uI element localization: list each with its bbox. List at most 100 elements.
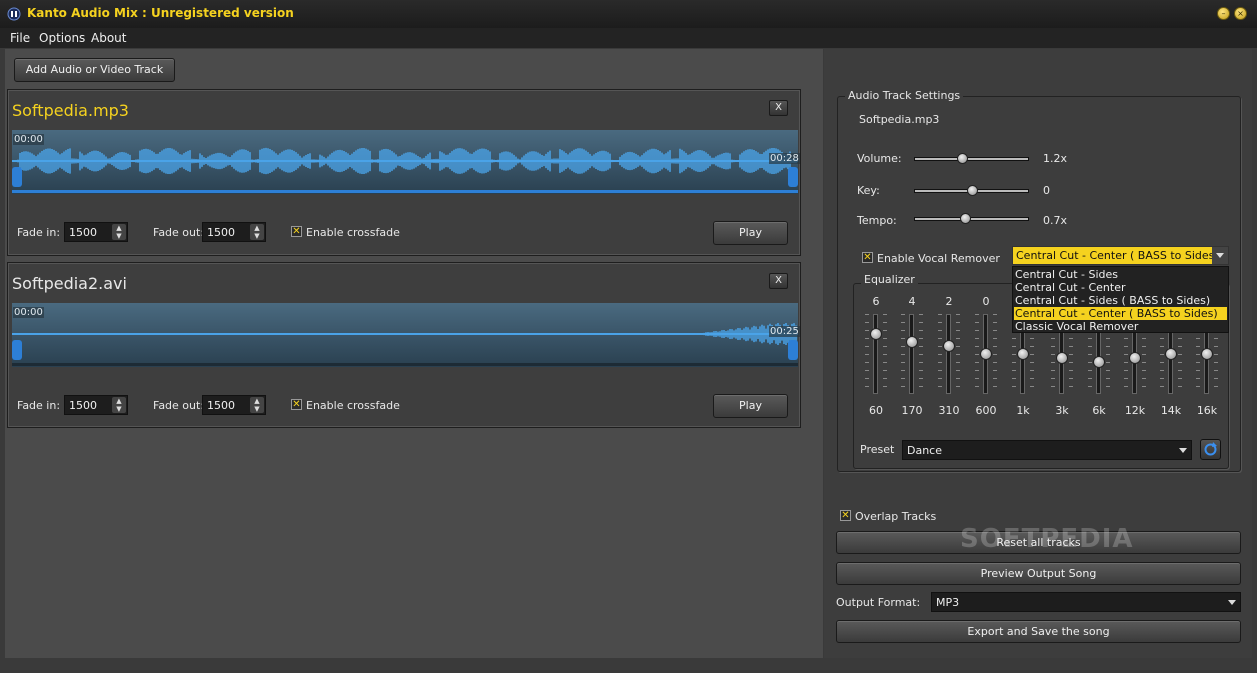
- eq-frequency-label: 16k: [1196, 404, 1218, 417]
- tempo-value: 0.7x: [1043, 214, 1068, 227]
- watermark-logo: SOFTPEDIA: [960, 524, 1134, 554]
- title-bar: Kanto Audio Mix : Unregistered version –…: [0, 0, 1257, 28]
- start-time: 00:00: [13, 134, 44, 145]
- play-button[interactable]: Play: [713, 394, 788, 418]
- eq-frequency-label: 1k: [1016, 404, 1030, 417]
- eq-slider-knob[interactable]: [1056, 352, 1068, 364]
- eq-slider-knob[interactable]: [1093, 356, 1105, 368]
- eq-slider-knob[interactable]: [1165, 348, 1177, 360]
- menu-options[interactable]: Options: [39, 31, 85, 45]
- eq-slider-knob[interactable]: [1129, 352, 1141, 364]
- fade-in-label: Fade in:: [17, 399, 61, 412]
- fade-out-value: 1500: [207, 399, 235, 412]
- volume-slider[interactable]: [914, 157, 1029, 161]
- volume-value: 1.2x: [1043, 152, 1068, 165]
- eq-slider-310[interactable]: [946, 314, 951, 394]
- eq-frequency-label: 170: [901, 404, 923, 417]
- preset-select[interactable]: Dance: [902, 440, 1192, 460]
- waveform-graphic: [12, 323, 798, 366]
- remove-track-button[interactable]: X: [769, 100, 788, 116]
- refresh-icon: [1204, 442, 1217, 456]
- track-name: Softpedia2.avi: [12, 274, 127, 293]
- menu-file[interactable]: File: [10, 31, 30, 45]
- export-button[interactable]: Export and Save the song: [836, 620, 1241, 643]
- end-handle[interactable]: [788, 340, 798, 360]
- spin-arrows-icon[interactable]: ▲ ▼: [250, 224, 264, 240]
- preset-label: Preset: [860, 443, 895, 456]
- output-format-label: Output Format:: [836, 596, 921, 609]
- fade-in-value: 1500: [69, 226, 97, 239]
- vocal-mode-dropdown: Central Cut - Sides Central Cut - Center…: [1012, 266, 1229, 333]
- eq-slider-170[interactable]: [909, 314, 914, 394]
- equalizer-title: Equalizer: [861, 273, 918, 286]
- minimize-button[interactable]: –: [1217, 7, 1230, 20]
- eq-frequency-label: 14k: [1160, 404, 1182, 417]
- key-slider-knob[interactable]: [966, 185, 978, 196]
- vocal-remover-label: Enable Vocal Remover: [877, 252, 1000, 265]
- eq-frequency-label: 12k: [1124, 404, 1146, 417]
- track-panel-1: Softpedia.mp3 X 00:00 00:28 Fade in: 150…: [7, 89, 801, 256]
- fade-out-input[interactable]: 1500 ▲ ▼: [202, 222, 266, 242]
- eq-slider-60[interactable]: [873, 314, 878, 394]
- spin-arrows-icon[interactable]: ▲ ▼: [112, 224, 126, 240]
- volume-label: Volume:: [857, 152, 902, 165]
- reset-preset-button[interactable]: [1200, 439, 1221, 460]
- start-handle[interactable]: [12, 340, 22, 360]
- fade-in-label: Fade in:: [17, 226, 61, 239]
- spin-arrows-icon[interactable]: ▲ ▼: [112, 397, 126, 413]
- eq-slider-knob[interactable]: [1017, 348, 1029, 360]
- preset-value: Dance: [907, 444, 942, 457]
- waveform[interactable]: 00:00 00:28: [12, 130, 800, 194]
- fade-in-value: 1500: [69, 399, 97, 412]
- preview-button[interactable]: Preview Output Song: [836, 562, 1241, 585]
- menu-bar: File Options About: [0, 28, 1257, 48]
- waveform[interactable]: 00:00 00:25: [12, 303, 800, 367]
- app-icon: [7, 7, 21, 21]
- window-title: Kanto Audio Mix : Unregistered version: [27, 6, 294, 20]
- chevron-down-icon: [1179, 448, 1187, 453]
- eq-slider-knob[interactable]: [980, 348, 992, 360]
- spin-arrows-icon[interactable]: ▲ ▼: [250, 397, 264, 413]
- tempo-slider[interactable]: [914, 217, 1029, 221]
- vocal-option[interactable]: Central Cut - Center: [1014, 281, 1227, 294]
- crossfade-checkbox[interactable]: ✕: [291, 226, 302, 237]
- audio-settings-title: Audio Track Settings: [845, 89, 964, 102]
- vocal-mode-select[interactable]: Central Cut - Center ( BASS to Sides): [1012, 246, 1229, 265]
- eq-slider-knob[interactable]: [943, 340, 955, 352]
- eq-slider-knob[interactable]: [906, 336, 918, 348]
- end-time: 00:28: [769, 153, 800, 164]
- menu-about[interactable]: About: [91, 31, 126, 45]
- eq-gain-value: 4: [908, 295, 916, 308]
- overlap-label: Overlap Tracks: [855, 510, 937, 523]
- key-label: Key:: [857, 184, 880, 197]
- eq-frequency-label: 3k: [1055, 404, 1069, 417]
- vocal-option[interactable]: Central Cut - Sides: [1014, 268, 1227, 281]
- start-time: 00:00: [13, 307, 44, 318]
- crossfade-label: Enable crossfade: [306, 226, 400, 239]
- vocal-remover-checkbox[interactable]: ✕: [862, 252, 873, 263]
- vocal-option[interactable]: Classic Vocal Remover: [1014, 320, 1227, 333]
- eq-slider-knob[interactable]: [870, 328, 882, 340]
- tempo-slider-knob[interactable]: [959, 213, 971, 224]
- fade-out-input[interactable]: 1500 ▲ ▼: [202, 395, 266, 415]
- chevron-down-icon[interactable]: [1212, 247, 1228, 264]
- close-window-button[interactable]: ×: [1234, 7, 1247, 20]
- overlap-checkbox[interactable]: ✕: [840, 510, 851, 521]
- fade-in-input[interactable]: 1500 ▲ ▼: [64, 222, 128, 242]
- fade-out-label: Fade out:: [153, 226, 205, 239]
- key-value: 0: [1043, 184, 1050, 197]
- add-track-button[interactable]: Add Audio or Video Track: [14, 58, 175, 82]
- play-button[interactable]: Play: [713, 221, 788, 245]
- crossfade-checkbox[interactable]: ✕: [291, 399, 302, 410]
- vocal-option[interactable]: Central Cut - Sides ( BASS to Sides): [1014, 294, 1227, 307]
- remove-track-button[interactable]: X: [769, 273, 788, 289]
- eq-gain-value: 6: [872, 295, 880, 308]
- start-handle[interactable]: [12, 167, 22, 187]
- vocal-option-selected[interactable]: Central Cut - Center ( BASS to Sides): [1014, 307, 1227, 320]
- waveform-graphic: [12, 147, 798, 193]
- end-handle[interactable]: [788, 167, 798, 187]
- eq-slider-knob[interactable]: [1201, 348, 1213, 360]
- eq-frequency-label: 600: [975, 404, 997, 417]
- output-format-select[interactable]: MP3: [931, 592, 1241, 612]
- fade-in-input[interactable]: 1500 ▲ ▼: [64, 395, 128, 415]
